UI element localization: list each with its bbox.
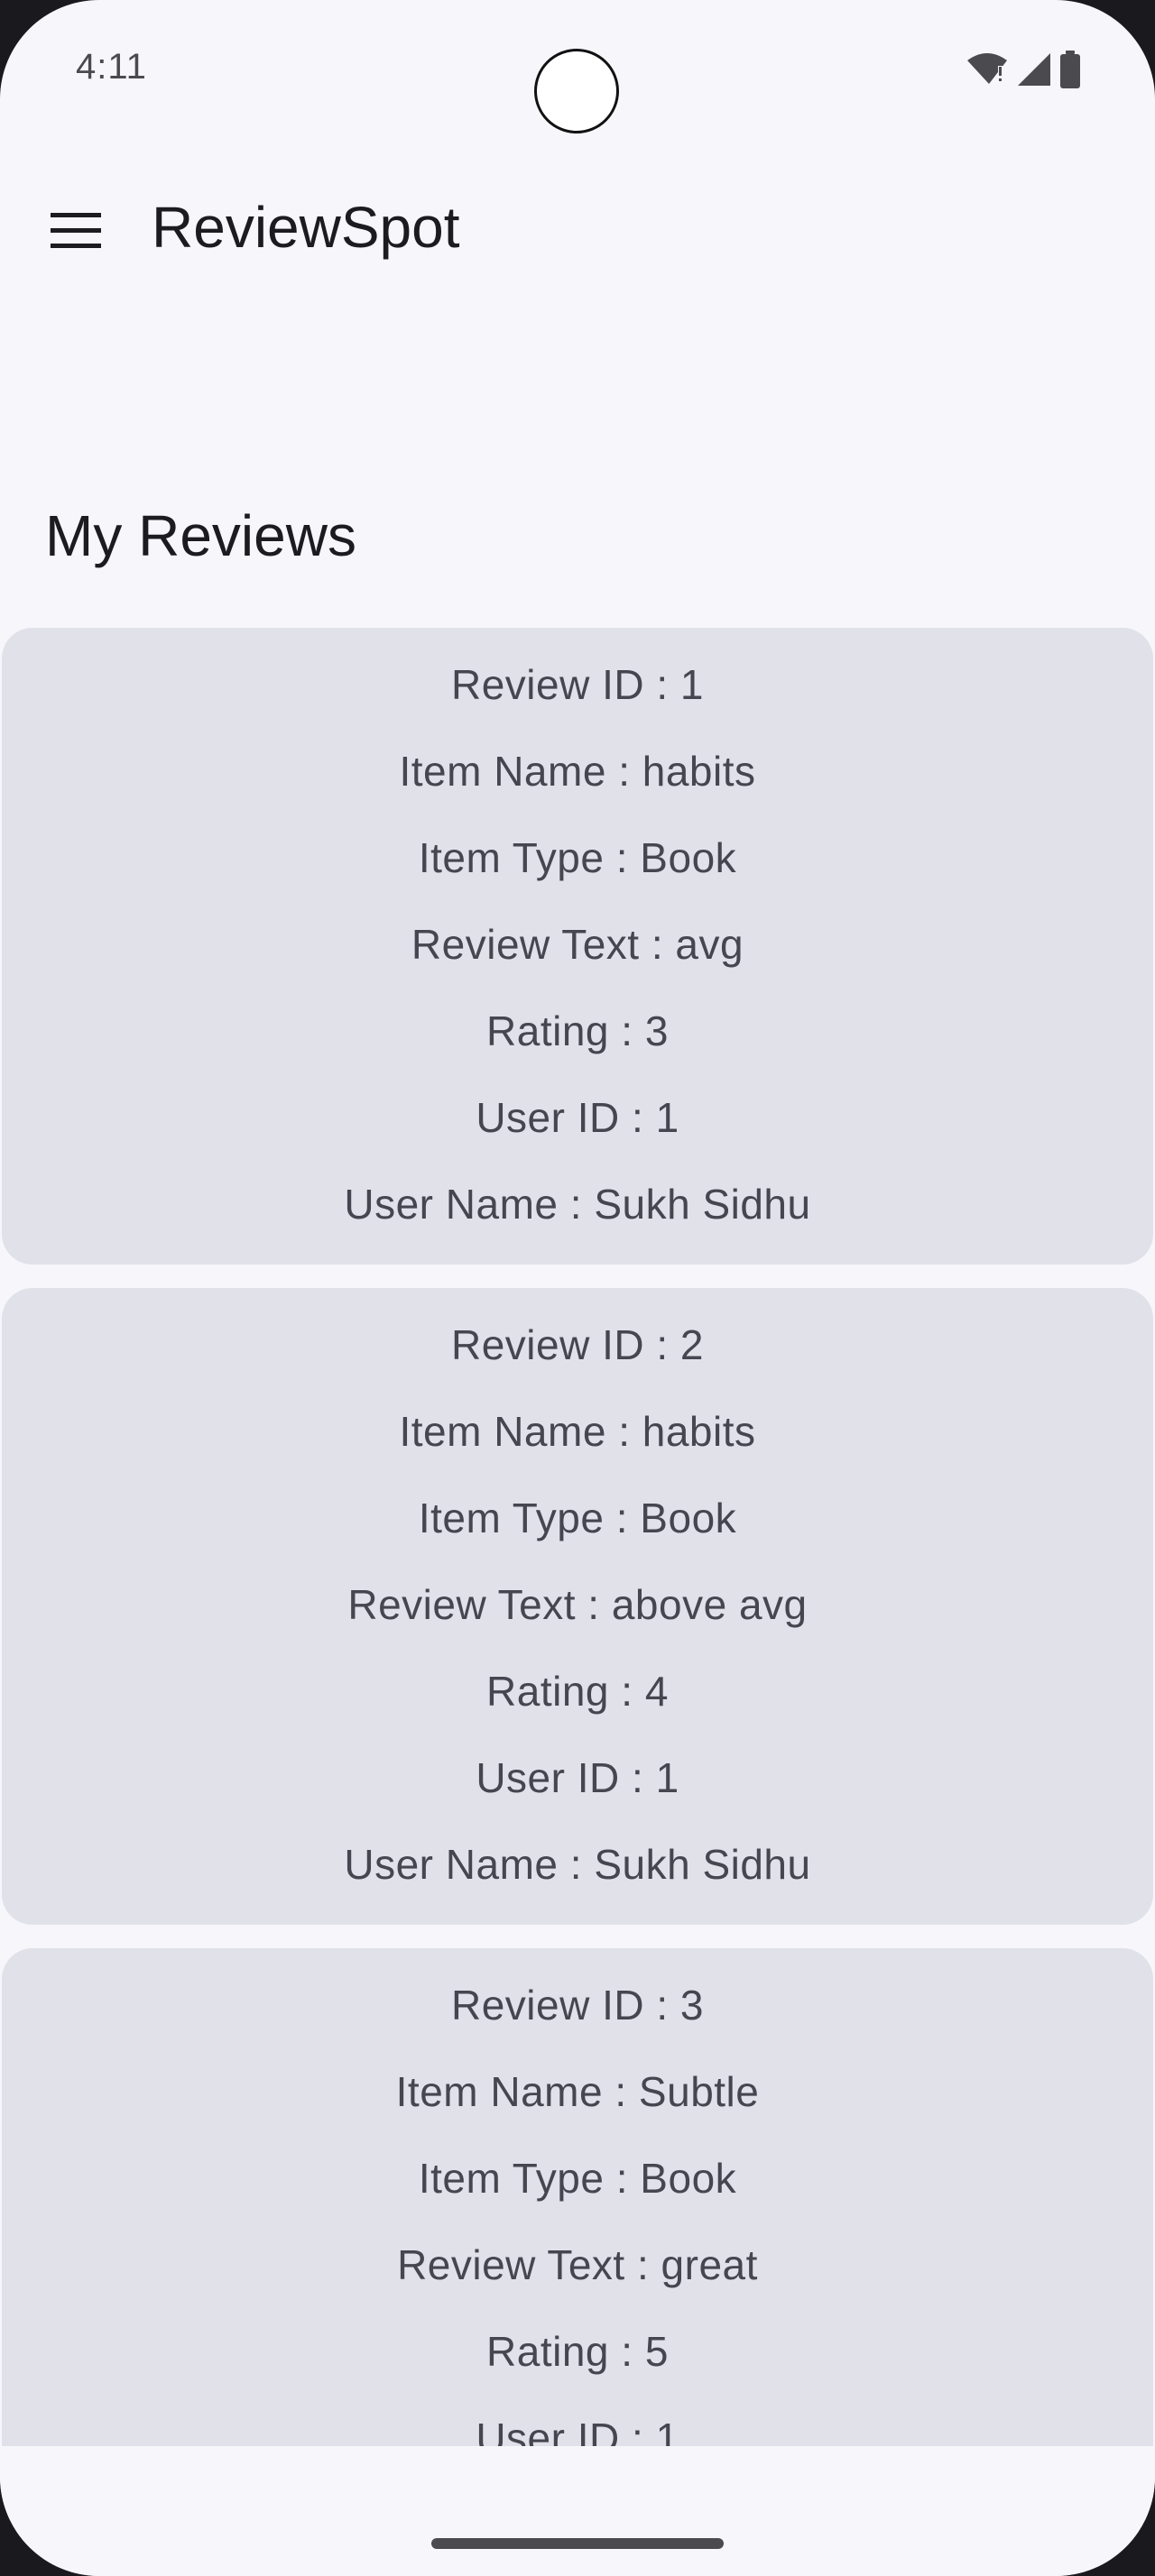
rating: Rating : 4 bbox=[486, 1668, 669, 1715]
review-id: Review ID : 1 bbox=[450, 661, 705, 708]
item-name: Item Name : Subtle bbox=[395, 2068, 760, 2115]
review-card[interactable]: Review ID : 1 Item Name : habits Item Ty… bbox=[2, 628, 1153, 1265]
item-type: Item Type : Book bbox=[418, 834, 737, 881]
review-id: Review ID : 3 bbox=[450, 1982, 705, 2029]
rating: Rating : 3 bbox=[486, 1007, 669, 1054]
review-text: Review Text : avg bbox=[411, 921, 744, 968]
user-name: User Name : Sukh Sidhu bbox=[344, 1181, 811, 1228]
status-bar: 4:11 bbox=[0, 0, 1155, 144]
user-id: User ID : 1 bbox=[476, 1754, 679, 1801]
review-list[interactable]: Review ID : 1 Item Name : habits Item Ty… bbox=[0, 628, 1155, 2446]
user-id: User ID : 1 bbox=[476, 1094, 679, 1141]
status-icons bbox=[966, 51, 1081, 88]
phone-screen: 4:11 ReviewSpot My Reviews Review ID: 1… bbox=[0, 0, 1155, 2576]
rating: Rating : 5 bbox=[486, 2328, 669, 2375]
review-text: Review Text : above avg bbox=[347, 1581, 808, 1628]
navigation-bar bbox=[0, 2446, 1155, 2576]
status-time: 4:11 bbox=[76, 47, 147, 87]
app-title: ReviewSpot bbox=[152, 195, 460, 260]
wifi-alert-icon bbox=[966, 51, 1009, 87]
review-card[interactable]: Review ID : 2 Item Name : habits Item Ty… bbox=[2, 1288, 1153, 1925]
front-camera bbox=[534, 49, 619, 133]
home-gesture-handle[interactable] bbox=[431, 2538, 724, 2549]
cell-signal-icon bbox=[1016, 51, 1052, 87]
top-app-bar: ReviewSpot bbox=[0, 162, 1155, 289]
battery-icon bbox=[1059, 51, 1081, 88]
user-id: User ID : 1 bbox=[476, 2415, 679, 2446]
page-title: My Reviews bbox=[45, 503, 356, 568]
item-type: Item Type : Book bbox=[418, 2155, 737, 2202]
review-card[interactable]: Review ID : 3 Item Name : Subtle Item Ty… bbox=[2, 1948, 1153, 2446]
item-type: Item Type : Book bbox=[418, 1495, 737, 1541]
user-name: User Name : Sukh Sidhu bbox=[344, 1841, 811, 1888]
item-name: Item Name : habits bbox=[399, 748, 756, 795]
review-text: Review Text : great bbox=[397, 2241, 758, 2288]
hamburger-menu-icon[interactable] bbox=[34, 189, 117, 272]
item-name: Item Name : habits bbox=[399, 1408, 756, 1455]
review-id: Review ID : 2 bbox=[450, 1321, 705, 1368]
